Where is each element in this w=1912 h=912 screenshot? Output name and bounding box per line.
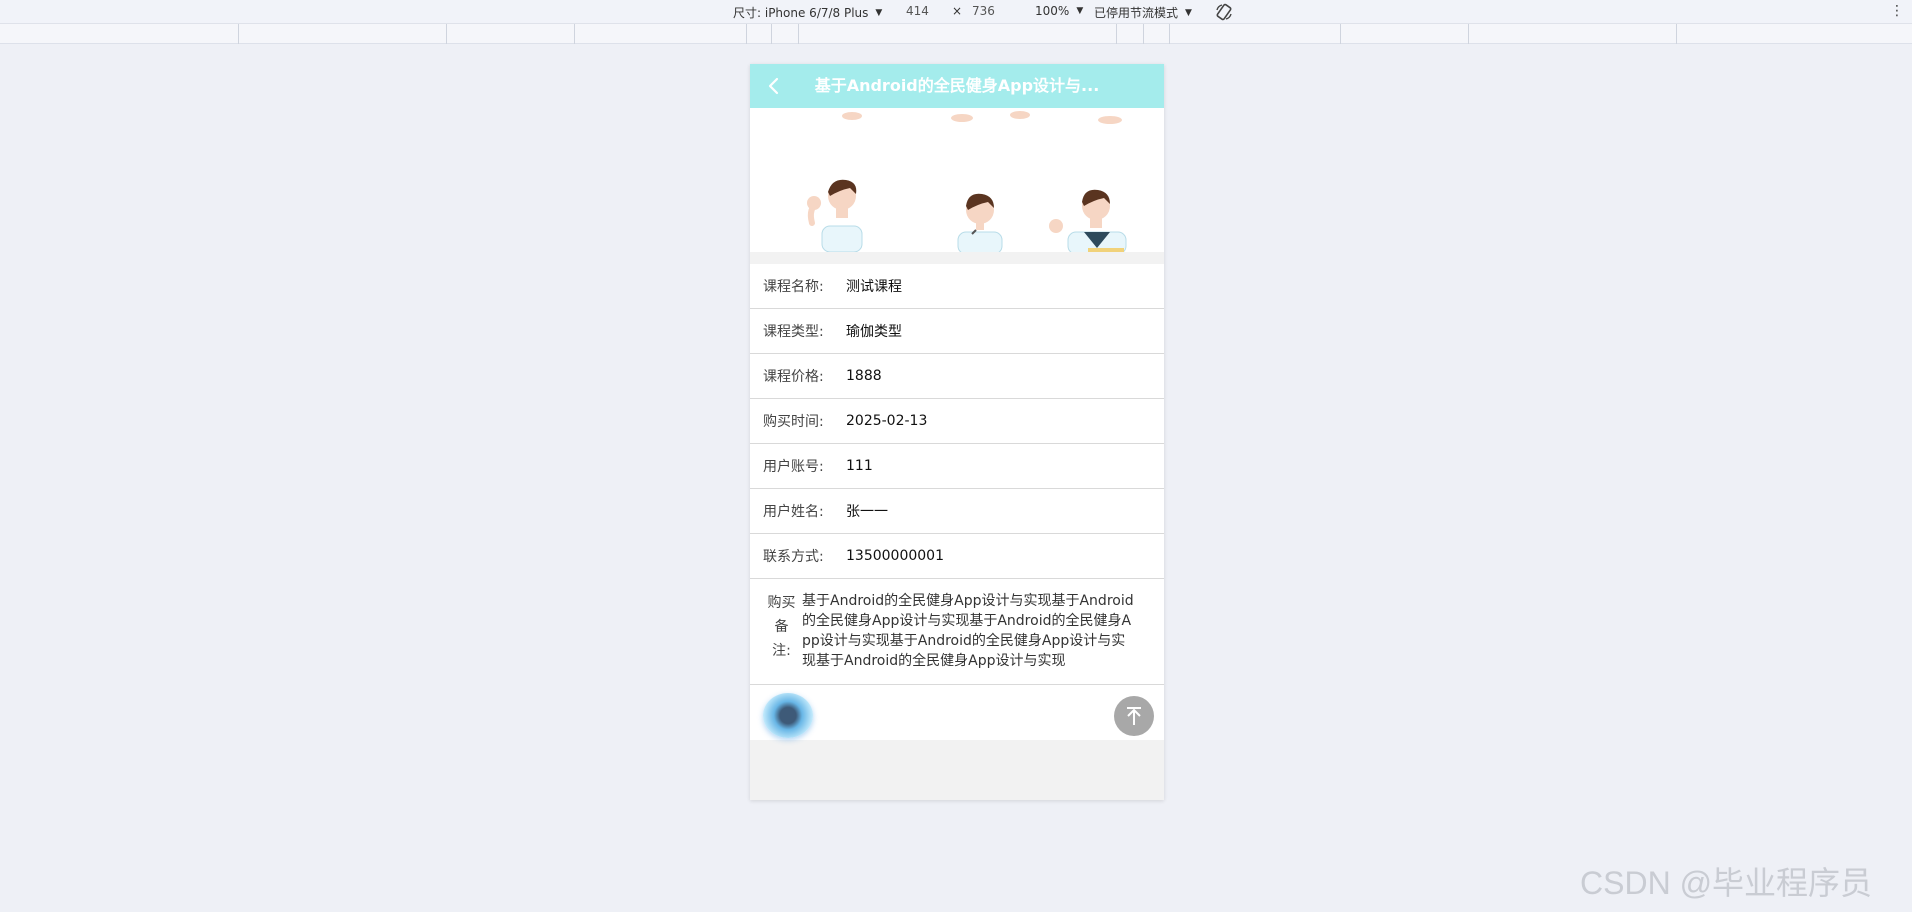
detail-value: 111 — [846, 458, 873, 474]
height-value: 736 — [972, 4, 995, 18]
ruler-mark — [446, 24, 447, 44]
ruler-mark — [1340, 24, 1341, 44]
ruler-mark — [1468, 24, 1469, 44]
ruler-mark — [1143, 24, 1144, 44]
remark-label-line: 购买 — [767, 595, 796, 611]
more-options-icon[interactable]: ⋮ — [1890, 3, 1904, 19]
detail-footer — [750, 685, 1164, 740]
ruler-mark — [771, 24, 772, 44]
csdn-watermark: CSDN @毕业程序员 — [1580, 865, 1873, 901]
times-sign-text: × — [952, 4, 963, 18]
chevron-down-icon: ▼ — [875, 7, 883, 18]
detail-row-course-type: 课程类型: 瑜伽类型 — [750, 309, 1164, 354]
taekwondo-illustration — [807, 111, 1127, 252]
rotate-icon[interactable] — [1214, 2, 1234, 22]
purchase-remark: 购买 备 注: 基于Android的全民健身App设计与实现基于Android的… — [750, 579, 1164, 685]
detail-value: 13500000001 — [846, 548, 944, 564]
detail-label: 课程价格: — [763, 369, 824, 385]
chevron-down-icon: ▼ — [1185, 7, 1192, 18]
throttle-select[interactable]: 已停用节流模式 ▼ — [1094, 4, 1192, 21]
back-to-top-button[interactable] — [1114, 696, 1154, 736]
device-size-label: 尺寸: iPhone 6/7/8 Plus — [733, 6, 869, 20]
zoom-value: 100% — [1035, 4, 1070, 18]
back-arrow-icon[interactable] — [764, 76, 784, 96]
device-select[interactable]: 尺寸: iPhone 6/7/8 Plus ▼ — [733, 4, 882, 21]
width-input[interactable]: 414 — [906, 4, 929, 18]
detail-row-course-name: 课程名称: 测试课程 — [750, 264, 1164, 309]
devtools-device-toolbar: 尺寸: iPhone 6/7/8 Plus ▼ 414 × 736 100% ▼… — [0, 0, 1912, 24]
detail-label: 购买时间: — [763, 414, 824, 430]
floating-avatar-button[interactable] — [763, 693, 813, 738]
ruler-mark — [1169, 24, 1170, 44]
remark-label: 购买 备 注: — [750, 591, 802, 671]
detail-value: 1888 — [846, 368, 882, 384]
page-title: 基于Android的全民健身App设计与... — [814, 76, 1100, 95]
detail-value: 瑜伽类型 — [846, 324, 902, 340]
detail-label: 用户姓名: — [763, 504, 824, 520]
detail-value: 测试课程 — [846, 279, 902, 295]
remark-text: 基于Android的全民健身App设计与实现基于Android的全民健身App设… — [802, 593, 1134, 669]
device-viewport: 基于Android的全民健身App设计与... 课程名称: 测试课程 课程类型:… — [750, 64, 1164, 800]
detail-value: 2025-02-13 — [846, 413, 928, 429]
app-nav-bar: 基于Android的全民健身App设计与... — [750, 64, 1164, 108]
arrow-up-icon — [1127, 707, 1141, 725]
zoom-select[interactable]: 100% ▼ — [1035, 4, 1083, 18]
detail-row-purchase-time: 购买时间: 2025-02-13 — [750, 399, 1164, 444]
ruler-mark — [798, 24, 799, 44]
throttle-label: 已停用节流模式 — [1094, 6, 1179, 20]
order-details: 课程名称: 测试课程 课程类型: 瑜伽类型 课程价格: 1888 购买时间: 2… — [750, 264, 1164, 740]
chevron-down-icon: ▼ — [1076, 6, 1084, 16]
detail-row-course-price: 课程价格: 1888 — [750, 354, 1164, 399]
ruler-mark — [574, 24, 575, 44]
detail-label: 联系方式: — [763, 549, 824, 565]
detail-row-user-name: 用户姓名: 张一一 — [750, 489, 1164, 534]
detail-row-user-account: 用户账号: 111 — [750, 444, 1164, 489]
detail-value: 张一一 — [846, 504, 888, 520]
detail-label: 课程名称: — [763, 279, 824, 295]
ruler-mark — [238, 24, 239, 44]
remark-label-line: 备 — [774, 619, 789, 635]
times-sign: × — [952, 4, 962, 18]
detail-label: 课程类型: — [763, 324, 824, 340]
detail-label: 用户账号: — [763, 459, 824, 475]
ruler-mark — [746, 24, 747, 44]
ruler-mark — [1676, 24, 1677, 44]
detail-row-contact: 联系方式: 13500000001 — [750, 534, 1164, 579]
media-query-ruler — [0, 24, 1912, 44]
height-input[interactable]: 736 — [972, 4, 995, 18]
remark-label-line: 注: — [772, 643, 791, 659]
width-value: 414 — [906, 4, 929, 18]
course-banner-image — [750, 108, 1164, 252]
ruler-mark — [1116, 24, 1117, 44]
